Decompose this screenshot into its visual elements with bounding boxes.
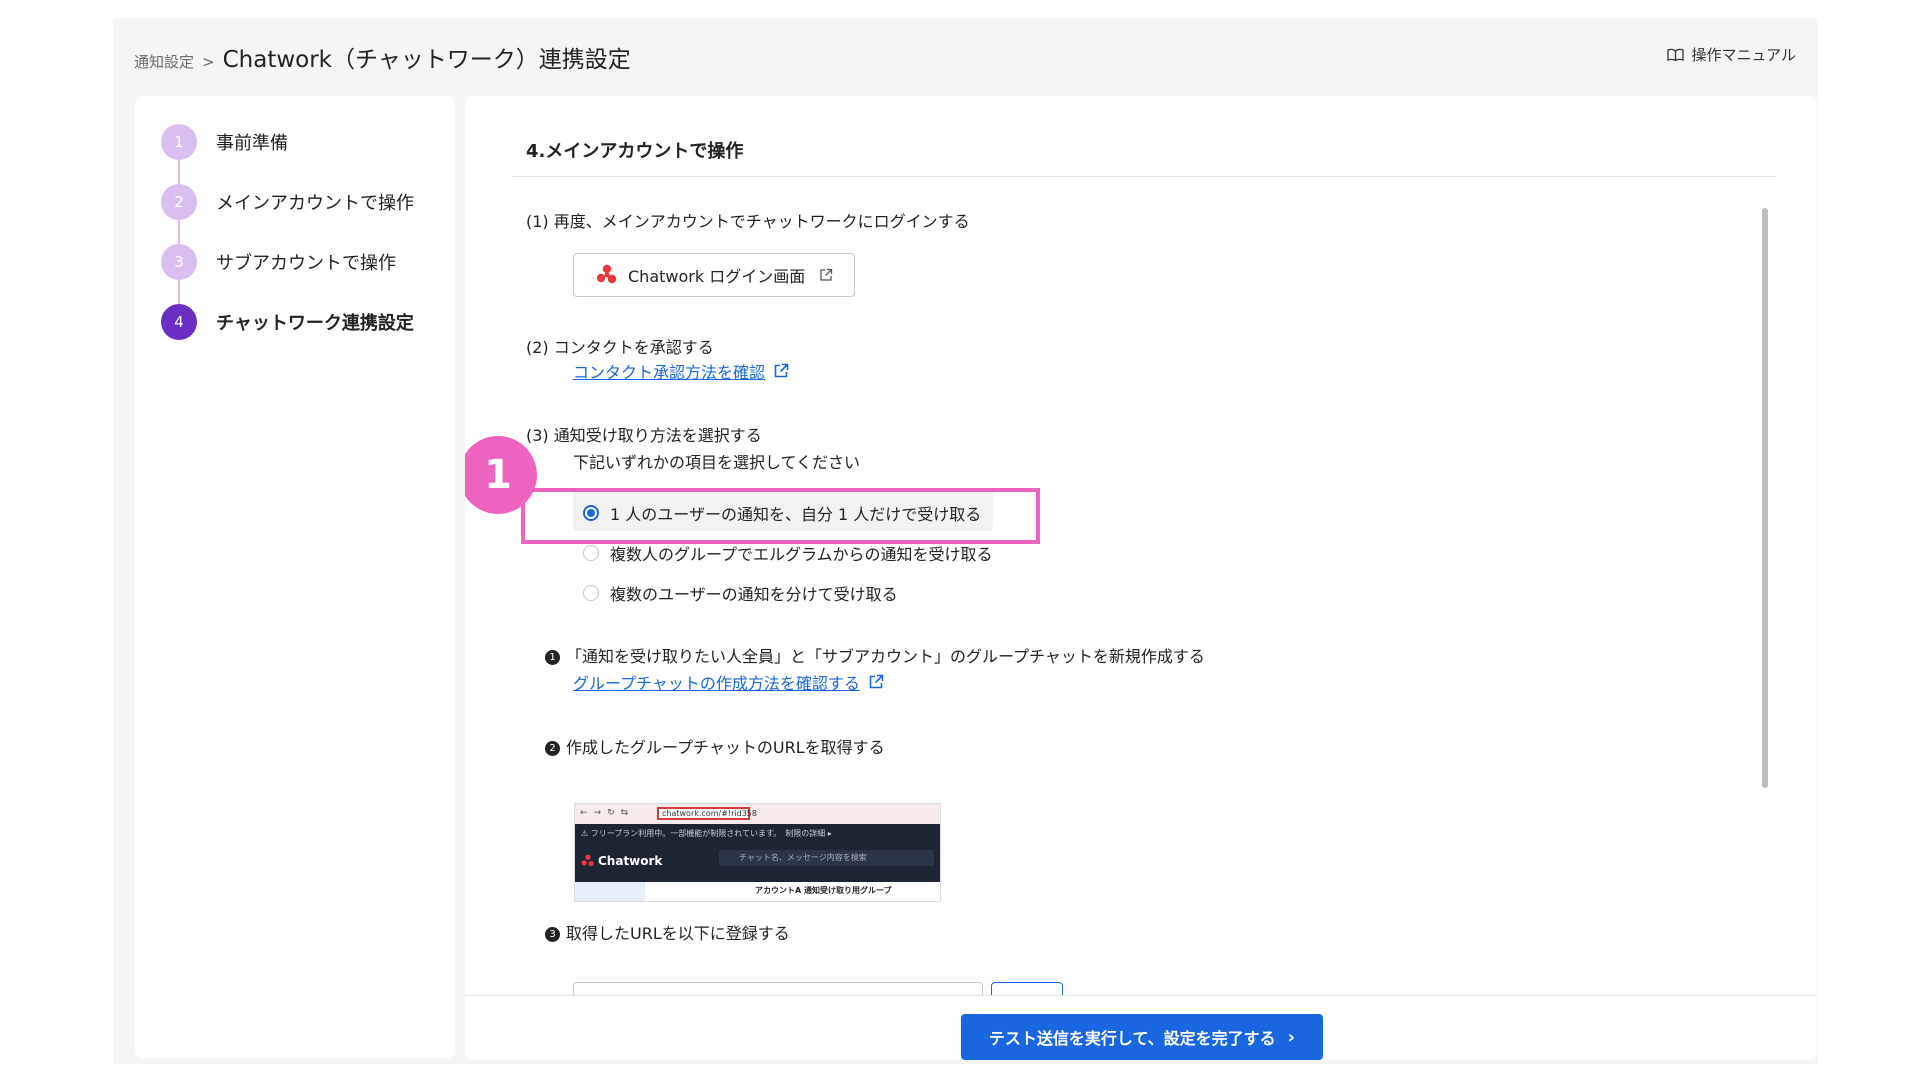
instruction-select: 下記いずれかの項目を選択してください <box>573 453 861 472</box>
thumbnail-nav-icons: ←→↻⇆ <box>580 808 635 818</box>
chatwork-logo-icon <box>581 854 594 867</box>
substep-text: 作成したグループチャットのURLを取得する <box>566 738 885 757</box>
section-title: 4.メインアカウントで操作 <box>526 141 744 162</box>
contact-approval-link-label: コンタクト承認方法を確認 <box>573 363 766 382</box>
thumbnail-url: chatwork.com/#!rid358 <box>657 807 757 820</box>
substep-text: 「通知を受け取りたい人全員」と「サブアカウント」のグループチャットを新規作成する <box>566 647 1205 666</box>
bullet-number: 2 <box>545 741 560 756</box>
chatwork-login-label: Chatwork ログイン画面 <box>628 267 806 286</box>
step-number: 1 <box>161 124 197 160</box>
step-4[interactable]: 4 チャットワーク連携設定 <box>161 304 414 340</box>
step-number: 2 <box>161 184 197 220</box>
substep-text: 取得したURLを以下に登録する <box>566 924 790 943</box>
group-chat-howto-link[interactable]: グループチャットの作成方法を確認する <box>573 670 884 694</box>
complete-setup-label: テスト送信を実行して、設定を完了する <box>988 1029 1276 1048</box>
contact-approval-link[interactable]: コンタクト承認方法を確認 <box>573 359 789 383</box>
step-number: 4 <box>161 304 197 340</box>
app-window: 通知設定 > Chatwork（チャットワーク）連携設定 操作マニュアル 1 事… <box>113 18 1818 1064</box>
radio-option-multiple-users[interactable]: 複数のユーザーの通知を分けて受け取る <box>583 581 898 605</box>
thumbnail-room-name: アカウントA 通知受け取り用グループ <box>755 886 892 895</box>
thumbnail-search: チャット名、メッセージ内容を検索 <box>719 850 934 866</box>
screenshot-thumbnail: ←→↻⇆ chatwork.com/#!rid358 ⚠ フリープラン利用中。一… <box>574 803 941 902</box>
complete-setup-button[interactable]: テスト送信を実行して、設定を完了する › <box>961 1014 1323 1060</box>
step-connector <box>178 220 180 244</box>
thumbnail-notice: ⚠ フリープラン利用中。一部機能が制限されています。 制限の詳細 ▸ <box>581 829 832 838</box>
instruction-login: (1) 再度、メインアカウントでチャットワークにログインする <box>526 212 970 231</box>
page-title: Chatwork（チャットワーク）連携設定 <box>222 47 631 73</box>
external-link-icon <box>869 674 884 689</box>
step-label: サブアカウントで操作 <box>216 253 396 274</box>
breadcrumb-separator: > <box>202 53 215 71</box>
step-3[interactable]: 3 サブアカウントで操作 <box>161 244 396 280</box>
thumbnail-tab <box>575 882 645 901</box>
main-panel: 4.メインアカウントで操作 (1) 再度、メインアカウントでチャットワークにログ… <box>465 96 1817 1060</box>
external-link-icon <box>820 268 833 281</box>
step-1[interactable]: 1 事前準備 <box>161 124 288 160</box>
breadcrumb: 通知設定 > Chatwork（チャットワーク）連携設定 <box>134 40 631 74</box>
substep-create-group: 1 「通知を受け取りたい人全員」と「サブアカウント」のグループチャットを新規作成す… <box>545 643 1205 667</box>
step-connector <box>178 280 180 304</box>
instruction-contact: (2) コンタクトを承認する <box>526 338 714 357</box>
instruction-method: (3) 通知受け取り方法を選択する <box>526 426 762 445</box>
annotation-highlight-box <box>521 488 1040 544</box>
step-label: 事前準備 <box>216 133 288 154</box>
book-icon <box>1667 48 1685 61</box>
scrollbar[interactable] <box>1762 208 1768 788</box>
radio-button[interactable] <box>583 545 599 561</box>
radio-option-group[interactable]: 複数人のグループでエルグラムからの通知を受け取る <box>583 541 993 565</box>
bullet-number: 1 <box>545 650 560 665</box>
footer-bar: テスト送信を実行して、設定を完了する › <box>465 995 1817 1060</box>
external-link-icon <box>774 363 789 378</box>
breadcrumb-parent-link[interactable]: 通知設定 <box>134 51 194 72</box>
manual-link[interactable]: 操作マニュアル <box>1667 44 1796 65</box>
radio-button[interactable] <box>583 585 599 601</box>
group-chat-howto-link-label: グループチャットの作成方法を確認する <box>573 674 860 693</box>
thumbnail-brand: Chatwork <box>598 854 663 868</box>
step-number: 3 <box>161 244 197 280</box>
chevron-right-icon: › <box>1287 1026 1296 1048</box>
substep-get-url: 2 作成したグループチャットのURLを取得する <box>545 734 885 758</box>
substep-register-url: 3 取得したURLを以下に登録する <box>545 920 790 944</box>
step-2[interactable]: 2 メインアカウントで操作 <box>161 184 414 220</box>
radio-label: 複数のユーザーの通知を分けて受け取る <box>610 585 898 604</box>
step-label: チャットワーク連携設定 <box>216 313 414 334</box>
step-label: メインアカウントで操作 <box>216 193 414 214</box>
steps-panel: 1 事前準備 2 メインアカウントで操作 3 サブアカウントで操作 4 チャット… <box>135 96 455 1058</box>
divider <box>511 176 1777 177</box>
manual-link-label: 操作マニュアル <box>1691 46 1796 64</box>
step-connector <box>178 160 180 184</box>
bullet-number: 3 <box>545 927 560 942</box>
thumbnail-logo: Chatwork <box>581 854 662 868</box>
chatwork-login-button[interactable]: Chatwork ログイン画面 <box>573 253 855 297</box>
radio-label: 複数人のグループでエルグラムからの通知を受け取る <box>610 545 993 564</box>
chatwork-logo-icon <box>596 264 617 284</box>
